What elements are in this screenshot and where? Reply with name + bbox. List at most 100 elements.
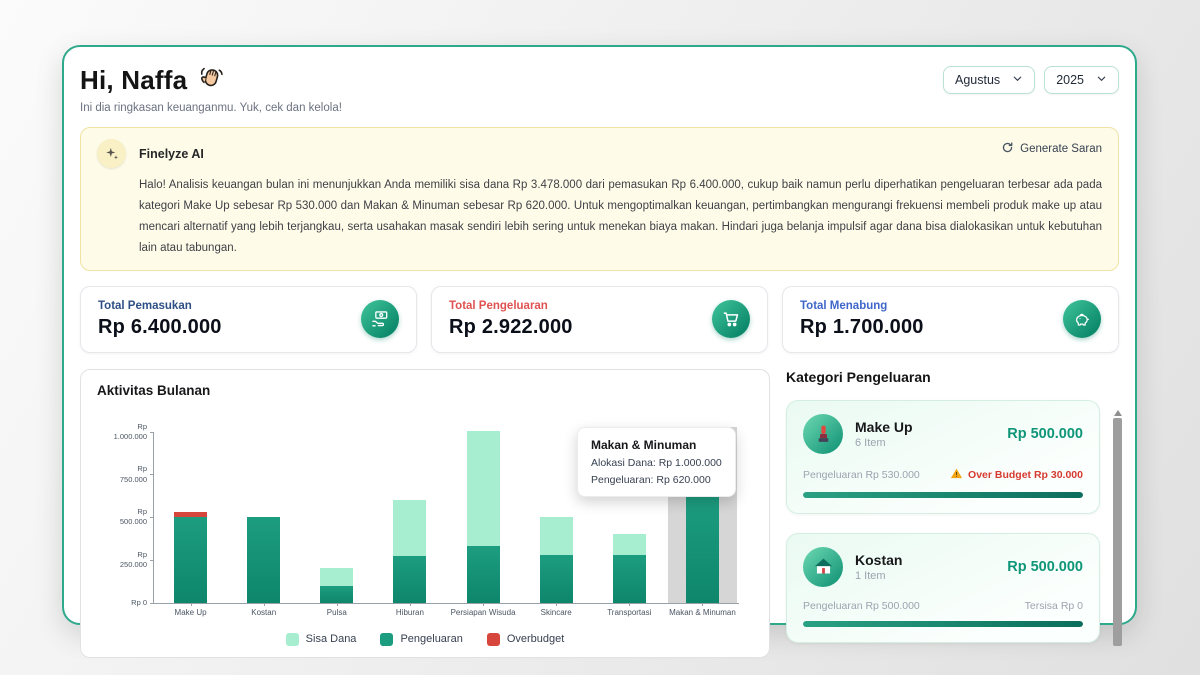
bar-segment-pengeluaran <box>247 517 280 603</box>
card-label: Total Pemasukan <box>98 300 222 312</box>
summary-cards: Total Pemasukan Rp 6.400.000 Total Penge… <box>80 286 1119 353</box>
bar-segment-pengeluaran <box>540 555 573 603</box>
legend-swatch <box>487 633 500 646</box>
y-axis-tick-mark <box>150 603 154 604</box>
page-subtitle: Ini dia ringkasan keuanganmu. Yuk, cek d… <box>80 102 342 114</box>
card-text: Total Pemasukan Rp 6.400.000 <box>98 300 222 339</box>
content-row: Aktivitas Bulanan Rp1.000.000Rp750.000Rp… <box>80 369 1119 658</box>
stacked-bar[interactable] <box>174 512 207 603</box>
category-text: Make Up 6 Item <box>855 419 913 449</box>
month-select[interactable]: Agustus <box>943 66 1035 94</box>
x-axis-label: Make Up <box>154 608 227 617</box>
stacked-bar[interactable] <box>247 517 280 603</box>
tooltip-title: Makan & Minuman <box>591 438 722 452</box>
legend-swatch <box>380 633 393 646</box>
category-text: Kostan 1 Item <box>855 552 902 582</box>
sparkle-icon <box>97 139 126 168</box>
stacked-bar[interactable] <box>613 534 646 603</box>
main-container: Hi, Naffa Ini dia ringkasan keuanganmu. … <box>62 45 1137 625</box>
category-name: Make Up <box>855 419 913 435</box>
card-value: Rp 2.922.000 <box>449 316 573 339</box>
shopping-cart-icon <box>712 300 750 338</box>
budget-progress-bar <box>803 621 1083 627</box>
bar-segment-pengeluaran <box>393 556 426 602</box>
categories-list: Make Up 6 Item Rp 500.000 Pengeluaran Rp… <box>786 400 1119 643</box>
category-spent: Pengeluaran Rp 500.000 <box>803 600 920 612</box>
category-count: 6 Item <box>855 437 913 449</box>
x-axis-label: Skincare <box>520 608 593 617</box>
x-axis-tick-mark <box>410 603 411 606</box>
ai-panel-title: Finelyze AI <box>139 147 204 161</box>
chart-bar-kostan[interactable]: Kostan <box>227 432 300 603</box>
ai-suggestion-panel: Finelyze AI Generate Saran Halo! Analisi… <box>80 127 1119 271</box>
card-text: Total Pengeluaran Rp 2.922.000 <box>449 300 573 339</box>
chart-bar-persiapan-wisuda[interactable]: Persiapan Wisuda <box>447 432 520 603</box>
x-axis-tick-mark <box>556 603 557 606</box>
budget-progress-fill <box>803 621 1083 627</box>
scrollbar-up-arrow[interactable] <box>1114 410 1122 416</box>
budget-progress-fill <box>803 492 1083 498</box>
ai-message: Halo! Analisis keuangan bulan ini menunj… <box>139 175 1102 259</box>
chart-bar-make-up[interactable]: Make Up <box>154 432 227 603</box>
tooltip-pengeluaran: Pengeluaran: Rp 620.000 <box>591 474 722 486</box>
warning-icon <box>950 467 963 483</box>
x-axis-tick-mark <box>337 603 338 606</box>
card-value: Rp 1.700.000 <box>800 316 924 339</box>
x-axis-tick-mark <box>264 603 265 606</box>
stacked-bar[interactable] <box>540 517 573 603</box>
legend-item-sisa-dana: Sisa Dana <box>286 633 357 646</box>
bar-segment-sisa-dana <box>320 568 353 585</box>
bar-segment-pengeluaran <box>686 496 719 603</box>
x-axis-label: Hiburan <box>373 608 446 617</box>
x-axis-label: Makan & Minuman <box>666 608 739 617</box>
header-left: Hi, Naffa Ini dia ringkasan keuanganmu. … <box>80 63 342 114</box>
year-select[interactable]: 2025 <box>1044 66 1119 94</box>
bar-segment-pengeluaran <box>467 546 500 603</box>
legend-label: Sisa Dana <box>306 633 357 645</box>
chart-tooltip: Makan & Minuman Alokasi Dana: Rp 1.000.0… <box>577 427 736 497</box>
monthly-activity-chart-panel: Aktivitas Bulanan Rp1.000.000Rp750.000Rp… <box>80 369 770 658</box>
x-axis-label: Transportasi <box>593 608 666 617</box>
generate-saran-button[interactable]: Generate Saran <box>1001 141 1102 157</box>
category-name: Kostan <box>855 552 902 568</box>
piggy-bank-icon <box>1063 300 1101 338</box>
tooltip-alokasi: Alokasi Dana: Rp 1.000.000 <box>591 457 722 469</box>
bar-segment-sisa-dana <box>613 534 646 555</box>
category-status: Tersisa Rp 0 <box>1025 600 1083 612</box>
card-total-menabung: Total Menabung Rp 1.700.000 <box>782 286 1119 353</box>
bar-segment-pengeluaran <box>320 586 353 603</box>
card-text: Total Menabung Rp 1.700.000 <box>800 300 924 339</box>
y-axis-tick-label: Rp500.000 <box>120 507 147 527</box>
category-count: 1 Item <box>855 570 902 582</box>
chart-title: Aktivitas Bulanan <box>97 383 753 398</box>
filters: Agustus 2025 <box>943 66 1119 94</box>
refresh-icon <box>1001 141 1014 157</box>
page-title: Hi, Naffa <box>80 65 187 96</box>
card-label: Total Menabung <box>800 300 924 312</box>
stacked-bar[interactable] <box>320 568 353 602</box>
header: Hi, Naffa Ini dia ringkasan keuanganmu. … <box>80 63 1119 114</box>
legend-label: Pengeluaran <box>400 633 462 645</box>
expense-categories-panel: Kategori Pengeluaran Make Up <box>786 369 1119 658</box>
y-axis-tick-label: Rp1.000.000 <box>114 422 147 442</box>
money-hand-icon <box>361 300 399 338</box>
chart-bar-pulsa[interactable]: Pulsa <box>300 432 373 603</box>
lipstick-icon <box>803 414 843 454</box>
category-status-label: Over Budget Rp 30.000 <box>968 469 1083 481</box>
bar-segment-sisa-dana <box>467 431 500 546</box>
chart-bar-hiburan[interactable]: Hiburan <box>373 432 446 603</box>
scrollbar-thumb[interactable] <box>1113 418 1122 646</box>
stacked-bar[interactable] <box>393 500 426 603</box>
category-card-kostan[interactable]: Kostan 1 Item Rp 500.000 Pengeluaran Rp … <box>786 533 1100 643</box>
card-label: Total Pengeluaran <box>449 300 573 312</box>
x-axis-label: Pulsa <box>300 608 373 617</box>
year-select-value: 2025 <box>1056 73 1084 87</box>
category-spent: Pengeluaran Rp 530.000 <box>803 469 920 481</box>
categories-title: Kategori Pengeluaran <box>786 369 1119 385</box>
chart-legend: Sisa Dana Pengeluaran Overbudget <box>81 633 769 646</box>
stacked-bar[interactable] <box>467 431 500 603</box>
month-select-value: Agustus <box>955 73 1000 87</box>
scrollbar[interactable] <box>1113 410 1122 650</box>
category-card-make-up[interactable]: Make Up 6 Item Rp 500.000 Pengeluaran Rp… <box>786 400 1100 514</box>
x-axis-label: Persiapan Wisuda <box>447 608 520 617</box>
